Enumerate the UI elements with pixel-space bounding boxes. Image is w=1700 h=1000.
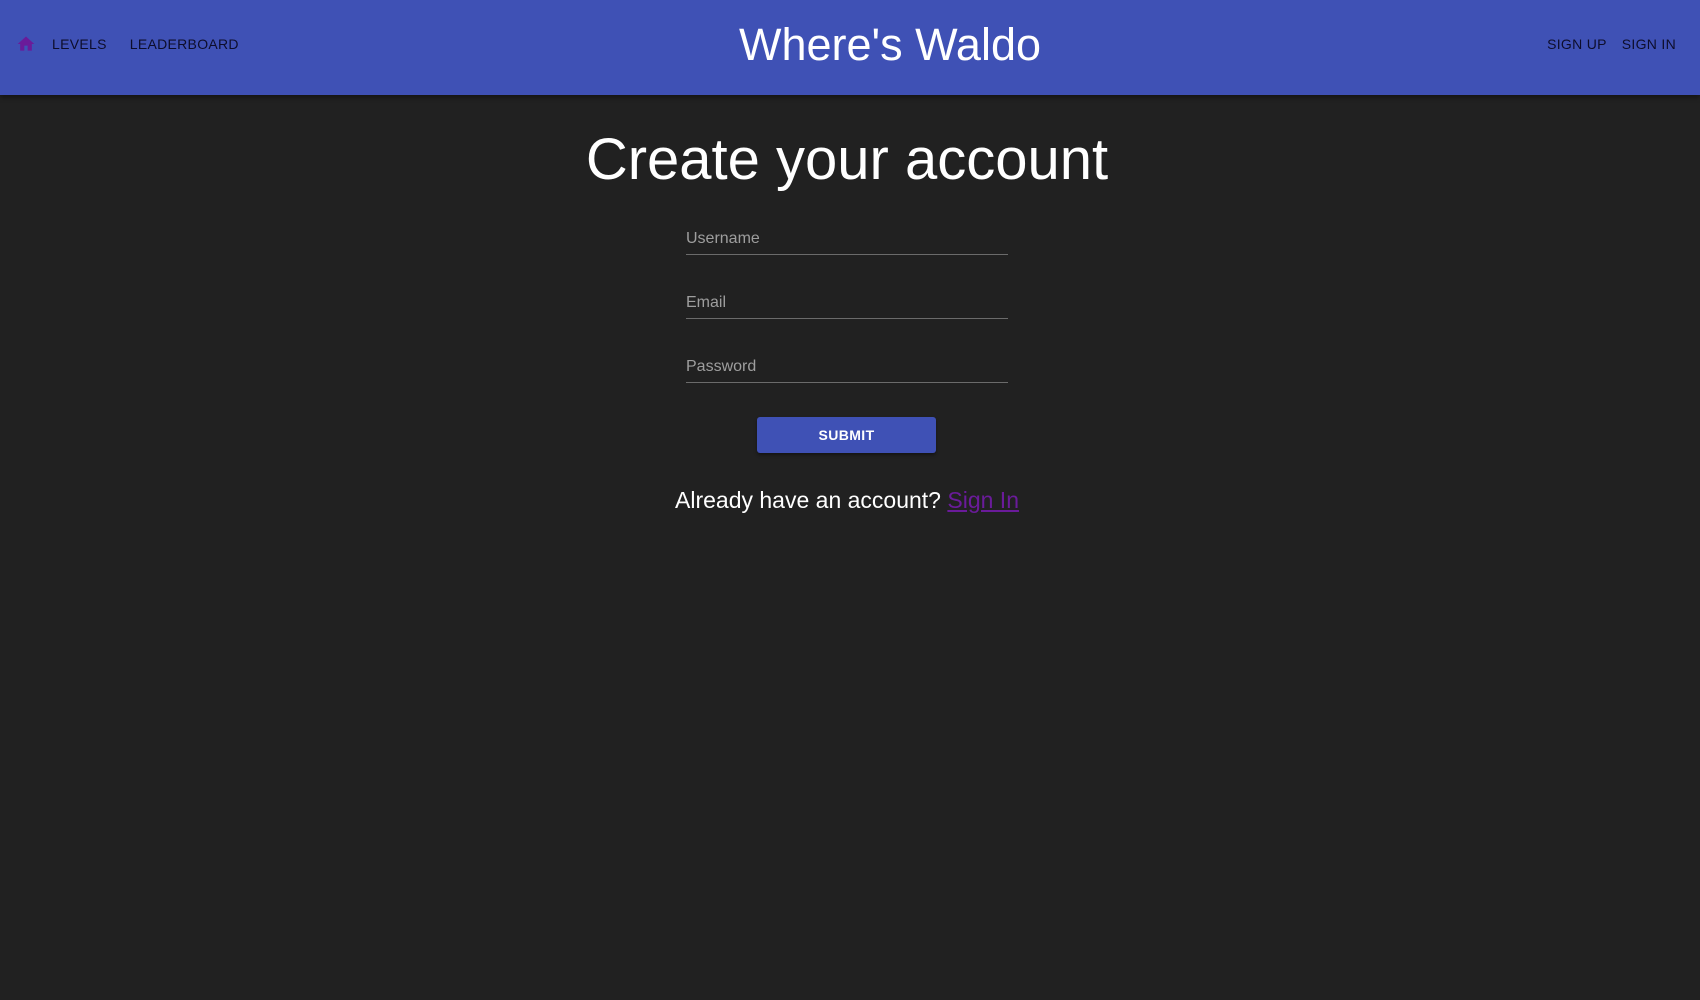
page-title: Create your account	[585, 127, 1109, 192]
sign-in-link[interactable]: Sign In	[947, 487, 1019, 513]
home-icon[interactable]	[16, 34, 36, 54]
email-input[interactable]	[686, 279, 1008, 318]
signin-prompt: Already have an account? Sign In	[0, 487, 1694, 514]
sign-up-button[interactable]: Sign Up	[1547, 36, 1607, 52]
username-field[interactable]: Username	[686, 215, 1008, 255]
nav-leaderboard-link[interactable]: Leaderboard	[130, 36, 239, 52]
app-bar: Levels Leaderboard Where's Waldo Sign Up…	[0, 0, 1700, 95]
nav-left: Levels Leaderboard	[16, 32, 239, 56]
signin-prompt-text: Already have an account?	[675, 487, 941, 513]
submit-button[interactable]: Submit	[757, 417, 936, 453]
email-field[interactable]: Email	[686, 279, 1008, 319]
nav-right: Sign Up Sign In	[1547, 32, 1676, 56]
username-input[interactable]	[686, 215, 1008, 254]
password-field[interactable]: Password	[686, 343, 1008, 383]
sign-in-button[interactable]: Sign In	[1622, 36, 1676, 52]
home-icon-graphic	[17, 36, 35, 51]
password-input[interactable]	[686, 343, 1008, 382]
nav-levels-link[interactable]: Levels	[52, 36, 107, 52]
app-title: Where's Waldo	[738, 19, 1041, 70]
